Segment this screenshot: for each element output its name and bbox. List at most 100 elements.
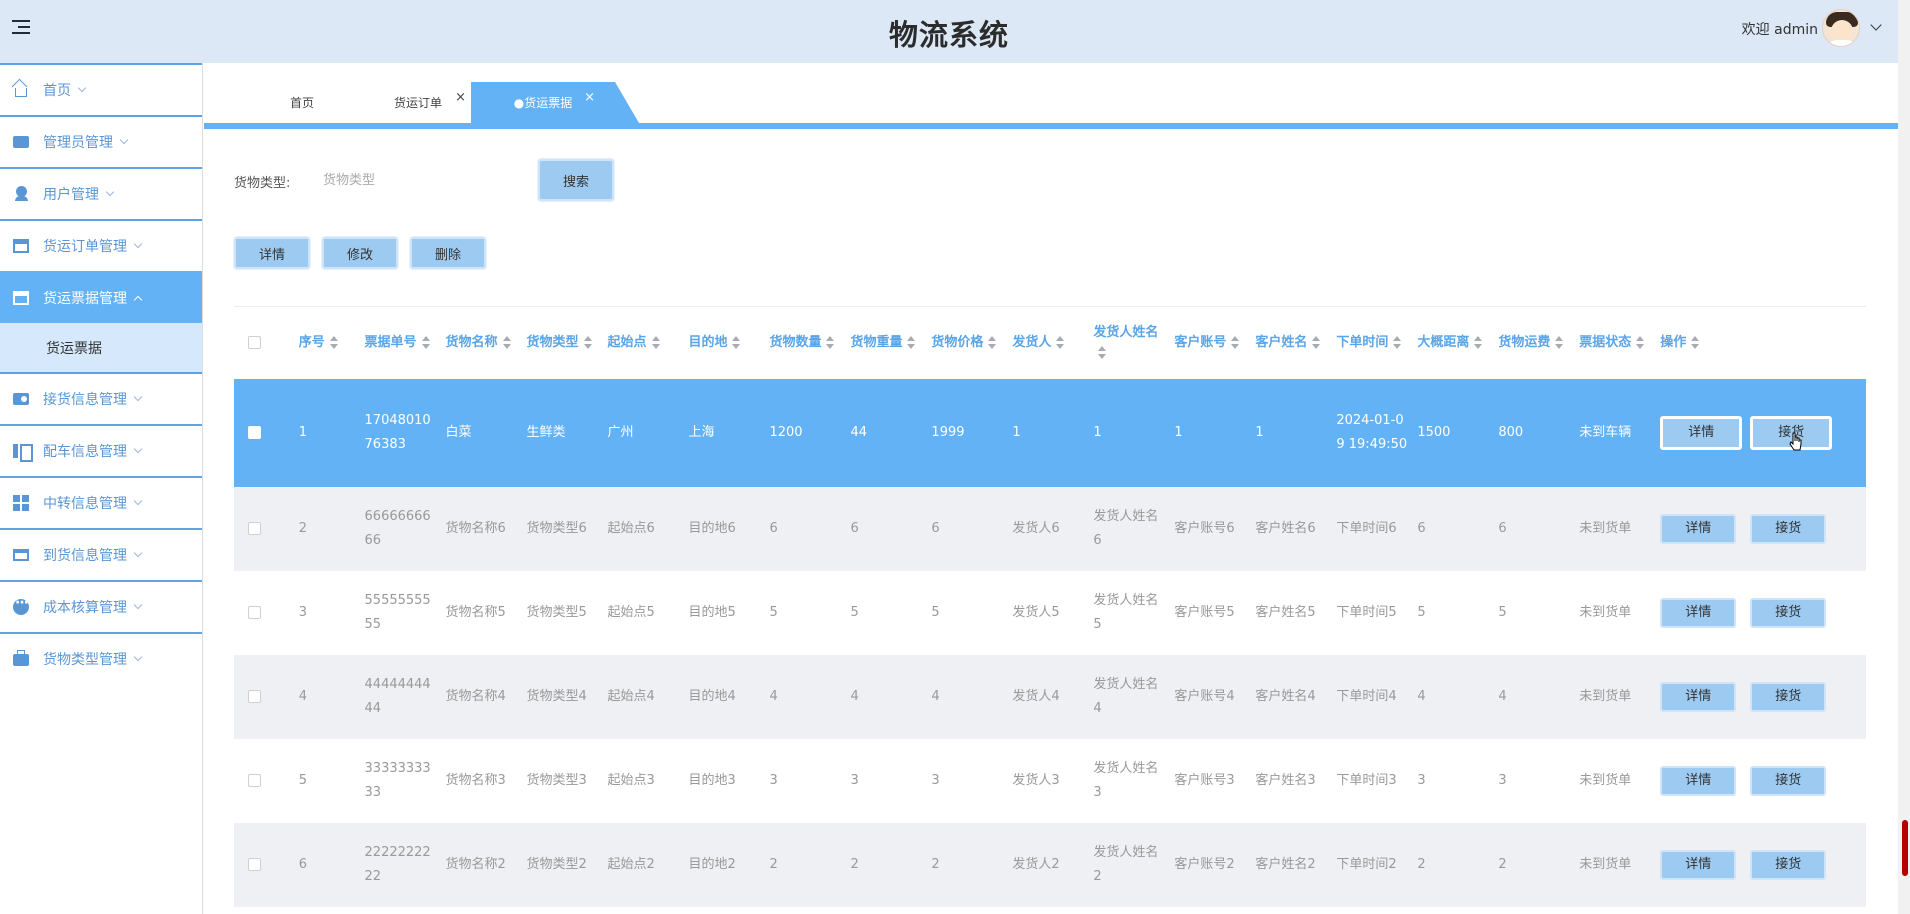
sort-icon[interactable] [987, 335, 997, 350]
row-detail-button[interactable]: 详情 [1660, 513, 1737, 544]
table-cell: 货物类型4 [522, 654, 604, 739]
table-cell: 5 [294, 738, 361, 823]
column-header[interactable]: 发货人 [1008, 306, 1090, 379]
table-cell: 货物类型6 [522, 486, 604, 571]
sort-icon[interactable] [1055, 335, 1065, 350]
select-all-checkbox[interactable] [248, 336, 261, 350]
table-row[interactable]: 3 5555555555 货物名称5 货物类型5 起始点5 目的地5 5 5 5 发货人5 发货人姓… [234, 570, 1866, 655]
column-header-label: 下单时间 [1336, 335, 1389, 351]
sidebar-item-receive[interactable]: 接货信息管理 [0, 372, 202, 424]
sort-icon[interactable] [1690, 335, 1700, 350]
detail-button[interactable]: 详情 [234, 237, 310, 269]
tab-orders[interactable]: 货运订单 × [360, 82, 476, 123]
sort-icon[interactable] [1635, 335, 1645, 350]
sidebar-item-bills[interactable]: 货运票据管理 [0, 271, 202, 323]
row-checkbox[interactable] [248, 605, 261, 619]
sort-icon[interactable] [1311, 335, 1321, 350]
search-input[interactable] [315, 164, 515, 196]
search-button[interactable]: 搜索 [538, 159, 614, 201]
sidebar-item-vehicles[interactable]: 配车信息管理 [0, 424, 202, 476]
sort-icon[interactable] [421, 335, 431, 350]
table-cell: 客户账号6 [1170, 486, 1252, 571]
sort-icon[interactable] [906, 335, 916, 350]
tab-bills[interactable]: ●货运票据 × [471, 82, 639, 123]
row-select-cell [234, 654, 295, 739]
row-receive-button[interactable]: 接货 [1750, 513, 1827, 544]
column-header[interactable]: 票据状态 [1575, 306, 1657, 379]
sidebar-item-users[interactable]: 用户管理 [0, 167, 202, 219]
row-detail-button[interactable]: 详情 [1660, 597, 1737, 628]
table-cell: 3 [1494, 738, 1576, 823]
table-cell: 发货人4 [1008, 654, 1090, 739]
row-checkbox[interactable] [248, 425, 261, 439]
row-checkbox[interactable] [248, 521, 261, 535]
column-header[interactable]: 起始点 [603, 306, 685, 379]
sort-icon[interactable] [1473, 335, 1483, 350]
column-header[interactable]: 货物类型 [522, 306, 604, 379]
column-header[interactable]: 货物重量 [846, 306, 928, 379]
sort-icon[interactable] [502, 335, 512, 350]
scrollbar[interactable] [1898, 0, 1910, 914]
avatar[interactable] [1822, 9, 1860, 47]
row-checkbox[interactable] [248, 857, 261, 871]
row-detail-button[interactable]: 详情 [1660, 415, 1743, 450]
column-header[interactable]: 客户姓名 [1251, 306, 1333, 379]
column-header[interactable]: 下单时间 [1332, 306, 1414, 379]
sort-icon[interactable] [1392, 335, 1402, 350]
sidebar-subitem-bills[interactable]: 货运票据 [0, 323, 202, 372]
row-receive-button[interactable]: 接货 [1750, 765, 1827, 796]
sort-icon[interactable] [329, 335, 339, 350]
table-row[interactable]: 4 4444444444 货物名称4 货物类型4 起始点4 目的地4 4 4 4 发货人4 发货人姓… [234, 654, 1866, 739]
sidebar-item-transfer[interactable]: 中转信息管理 [0, 476, 202, 528]
table-row[interactable]: 2 6666666666 货物名称6 货物类型6 起始点6 目的地6 6 6 6 发货人6 发货人姓… [234, 486, 1866, 571]
table-cell: 货物名称6 [441, 486, 523, 571]
column-header[interactable]: 客户账号 [1170, 306, 1252, 379]
sort-icon[interactable] [583, 335, 593, 350]
row-receive-button[interactable]: 接货 [1750, 597, 1827, 628]
row-actions-cell: 详情 接货 [1656, 654, 1866, 739]
row-receive-button[interactable]: 接货 [1750, 681, 1827, 712]
sort-icon[interactable] [1097, 346, 1107, 360]
row-detail-button[interactable]: 详情 [1660, 765, 1737, 796]
row-receive-button[interactable]: 接货 [1750, 849, 1827, 880]
column-header[interactable]: 票据单号 [360, 306, 442, 379]
column-header[interactable]: 货物名称 [441, 306, 523, 379]
sort-icon[interactable] [1230, 335, 1240, 350]
column-header[interactable]: 货物价格 [927, 306, 1009, 379]
sidebar-item-home[interactable]: 首页 [0, 63, 202, 115]
row-checkbox[interactable] [248, 773, 261, 787]
row-detail-button[interactable]: 详情 [1660, 849, 1737, 880]
sidebar-item-arrival[interactable]: 到货信息管理 [0, 528, 202, 580]
table-cell: 客户姓名6 [1251, 486, 1333, 571]
row-checkbox[interactable] [248, 689, 261, 703]
close-icon[interactable]: × [584, 90, 595, 105]
table-row[interactable]: 6 2222222222 货物名称2 货物类型2 起始点2 目的地2 2 2 2 发货人2 发货人姓… [234, 822, 1866, 907]
sort-icon[interactable] [1554, 335, 1564, 350]
table-row[interactable]: 1 1704801076383 白菜 生鲜类 广州 上海 1200 44 1999 1 1 1 1 202… [234, 378, 1866, 487]
sidebar-item-goods-type[interactable]: 货物类型管理 [0, 632, 202, 684]
sort-icon[interactable] [731, 335, 741, 350]
column-header[interactable]: 操作 [1656, 306, 1866, 379]
row-select-cell [234, 378, 295, 487]
column-header[interactable]: 序号 [294, 306, 361, 379]
sidebar-item-orders[interactable]: 货运订单管理 [0, 219, 202, 271]
sidebar-item-admin[interactable]: 管理员管理 [0, 115, 202, 167]
close-icon[interactable]: × [455, 90, 466, 105]
column-header[interactable]: 大概距离 [1413, 306, 1495, 379]
sort-icon[interactable] [825, 335, 835, 350]
column-header[interactable]: 目的地 [684, 306, 766, 379]
delete-button[interactable]: 删除 [410, 237, 486, 269]
column-header[interactable]: 货物运费 [1494, 306, 1576, 379]
column-header[interactable]: 发货人姓名 [1089, 306, 1171, 379]
sidebar-item-cost[interactable]: 成本核算管理 [0, 580, 202, 632]
column-header[interactable]: 货物数量 [765, 306, 847, 379]
table-cell: 发货人姓名5 [1089, 570, 1171, 655]
sort-icon[interactable] [651, 335, 661, 350]
table-cell: 发货人姓名6 [1089, 486, 1171, 571]
tab-home[interactable]: 首页 [244, 82, 360, 123]
table-cell: 2 [927, 822, 1009, 907]
table-row[interactable]: 5 3333333333 货物名称3 货物类型3 起始点3 目的地3 3 3 3 发货人3 发货人姓… [234, 738, 1866, 823]
scrollbar-thumb[interactable] [1902, 820, 1908, 876]
edit-button[interactable]: 修改 [322, 237, 398, 269]
row-detail-button[interactable]: 详情 [1660, 681, 1737, 712]
